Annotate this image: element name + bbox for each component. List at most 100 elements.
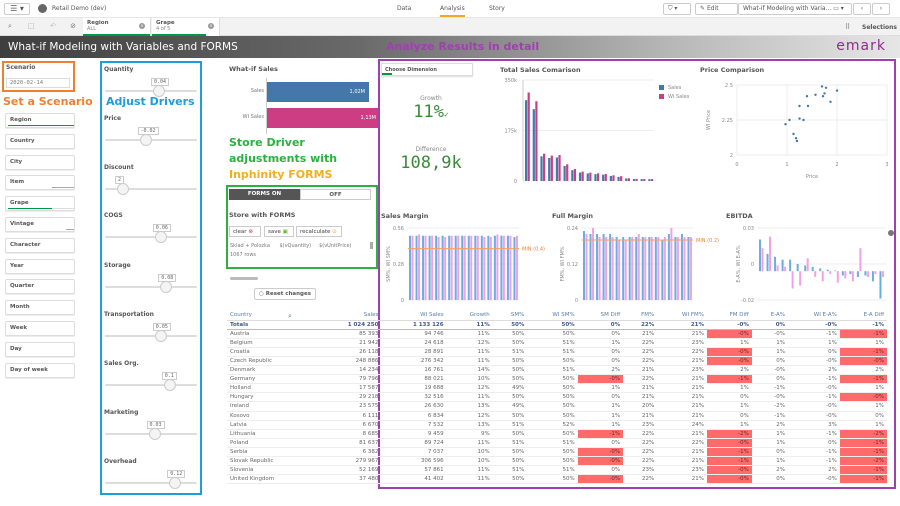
table-cell: -0% [839,356,887,367]
table-row[interactable]: Denmark 14 234 16 761 14% 50% 51% 2% 21% 23% 2% -0… [227,365,887,376]
table-cell: 21% [623,411,658,421]
table-cell: 10% [446,456,493,467]
table-row[interactable]: Lithuania 8 685 9 459 9% 50% 50% -1% 22% 21% -2% 1… [227,429,887,439]
legend-label: WI Sales [668,94,690,100]
table-cell: Austria [227,329,317,339]
column-header[interactable]: SM% [492,311,528,321]
table-cell: 12% [446,338,493,348]
column-header[interactable]: FM Diff [706,311,752,321]
table-cell: 3% [788,420,840,430]
table-row[interactable]: Slovak Republic 279 967 306 596 10% 50% 50% -0… [227,456,887,467]
bar-wi-fm- [592,228,595,300]
bar-wi-sales [589,172,592,181]
column-header[interactable]: Country [227,311,317,321]
table-row[interactable]: Holland 17 587 19 688 12% 49% 50% 1% 21% 21% 1% -1… [227,383,887,394]
table-cell: 1% [788,338,840,348]
table-row[interactable]: Hungary 29 218 32 516 11% 50% 50% 0% 21% 21% 0% -0… [227,392,887,403]
table-cell: -0% [706,356,752,367]
table-row[interactable]: Poland 81 637 89 724 11% 51% 51% 0% 22% 22% -0% 1%… [227,438,887,448]
bar-sales [586,173,589,181]
scatter-point [794,137,798,140]
bar-fm- [687,237,690,300]
table-cell: 22% [623,456,658,467]
table-cell: 50% [527,401,578,412]
bar-wi-sales [535,101,538,181]
table-cell: Hungary [227,392,317,403]
table-cell: 1% [751,347,789,357]
header-row: Country Sales WI Sales Growth SM% WI SM% SM Di… [227,311,887,321]
table-row[interactable]: Kosovo 6 111 6 834 12% 50% 50% 1% 21% 21% 0% -1% -0… [227,411,887,421]
table-row[interactable]: Germany 79 796 88 021 10% 50% 50% -0% 22% 21% -1%… [227,374,887,385]
bar-sales [532,109,535,181]
column-header[interactable]: SM Diff [577,311,624,321]
column-header[interactable]: Sales [316,311,382,321]
table-row[interactable]: Slovenia 52 169 57 861 11% 51% 51% 0% 23% 23% -0%… [227,465,887,476]
table-cell: 11% [446,465,493,476]
bar-wi-sm- [463,235,466,300]
table-cell: 0% [839,411,887,421]
scatter-point [784,123,787,126]
bar-wi-e-a- [866,271,869,277]
table-cell: 50% [527,447,578,458]
table-row[interactable]: Austria 85 393 94 746 11% 50% 50% 0% 21% 21% -0% -… [227,329,887,339]
bar-fm- [674,237,677,300]
table-cell: 6 111 [316,411,382,421]
table-cell: 0% [751,447,789,458]
table-cell: -0% [751,392,789,403]
table-row[interactable]: Latvia 6 670 7 532 13% 51% 52% 1% 23% 24% 1% 2% 3% 1… [227,420,887,430]
table-cell: 51% [527,438,578,448]
table-cell: -1% [751,383,789,394]
bar-sm- [428,235,431,300]
column-header[interactable]: Growth [446,311,493,321]
table-cell: 17 587 [316,383,382,394]
column-header[interactable]: WI FM% [657,311,707,321]
table-cell: Slovenia [227,465,317,476]
bar-wi-sm- [476,235,479,300]
table-cell: 26 118 [316,347,382,357]
column-header[interactable]: WI SM% [527,311,578,321]
table-cell: 50% [492,411,528,421]
totals-cell: 22% [623,320,658,330]
bar-sm- [493,235,496,300]
legend-swatch [659,94,664,99]
table-cell: 11% [446,329,493,339]
column-header[interactable]: FM% [623,311,658,321]
table-cell: 12% [446,383,493,394]
table-cell: -1% [839,465,887,476]
column-header[interactable]: WI E-A% [788,311,840,321]
table-cell: 14% [446,365,493,376]
bar-wi-sales [573,169,577,181]
scatter-point [821,95,825,98]
column-header[interactable]: WI Sales [381,311,447,321]
table-row[interactable]: Croatia 26 118 28 891 11% 51% 51% 0% 22% 22% -0% 1… [227,347,887,357]
table-row[interactable]: Czech Republic 248 886 276 342 11% 50% 50% 0% 2… [227,356,887,367]
y-tick-label: 0.56 [393,226,404,232]
table-cell: 2% [751,420,789,430]
table-cell: 50% [527,456,578,467]
bar-sales [602,174,605,181]
scatter-point [823,92,826,95]
table-row[interactable]: United Kingdom 37 480 41 402 11% 50% 50% -0% 22… [227,474,887,485]
table-row[interactable]: Ireland 23 575 26 630 13% 49% 50% 1% 20% 21% 1% -2… [227,401,887,412]
table-cell: 7 037 [381,447,447,458]
column-header[interactable]: E-A Diff [839,311,887,321]
y-axis-label: WI Price [706,110,712,130]
table-cell: Serbia [227,447,317,458]
y-tick-label: 2.25 [722,118,733,124]
column-header[interactable]: E-A% [751,311,789,321]
table-cell: 21% [623,392,658,403]
table-cell: 50% [492,365,528,376]
table-cell: 248 886 [316,356,382,367]
search-icon[interactable]: ⌕ [288,312,292,321]
totals-cell: Totals [227,320,317,330]
bar-wi-sm- [515,235,518,300]
table-cell: 11% [446,356,493,367]
table-cell: -0% [706,465,752,476]
table-row[interactable]: Serbia 6 382 7 037 10% 50% 50% -0% 22% 21% -1% 0% -… [227,447,887,458]
table-cell: Slovak Republic [227,456,317,467]
table-cell: -2% [839,456,887,467]
bar-sm- [448,235,451,300]
bar-wi-fm- [605,237,608,300]
bar-wi-sales [550,155,553,181]
table-row[interactable]: Belgium 21 942 24 618 12% 50% 51% 1% 22% 23% 1% 1%… [227,338,887,348]
